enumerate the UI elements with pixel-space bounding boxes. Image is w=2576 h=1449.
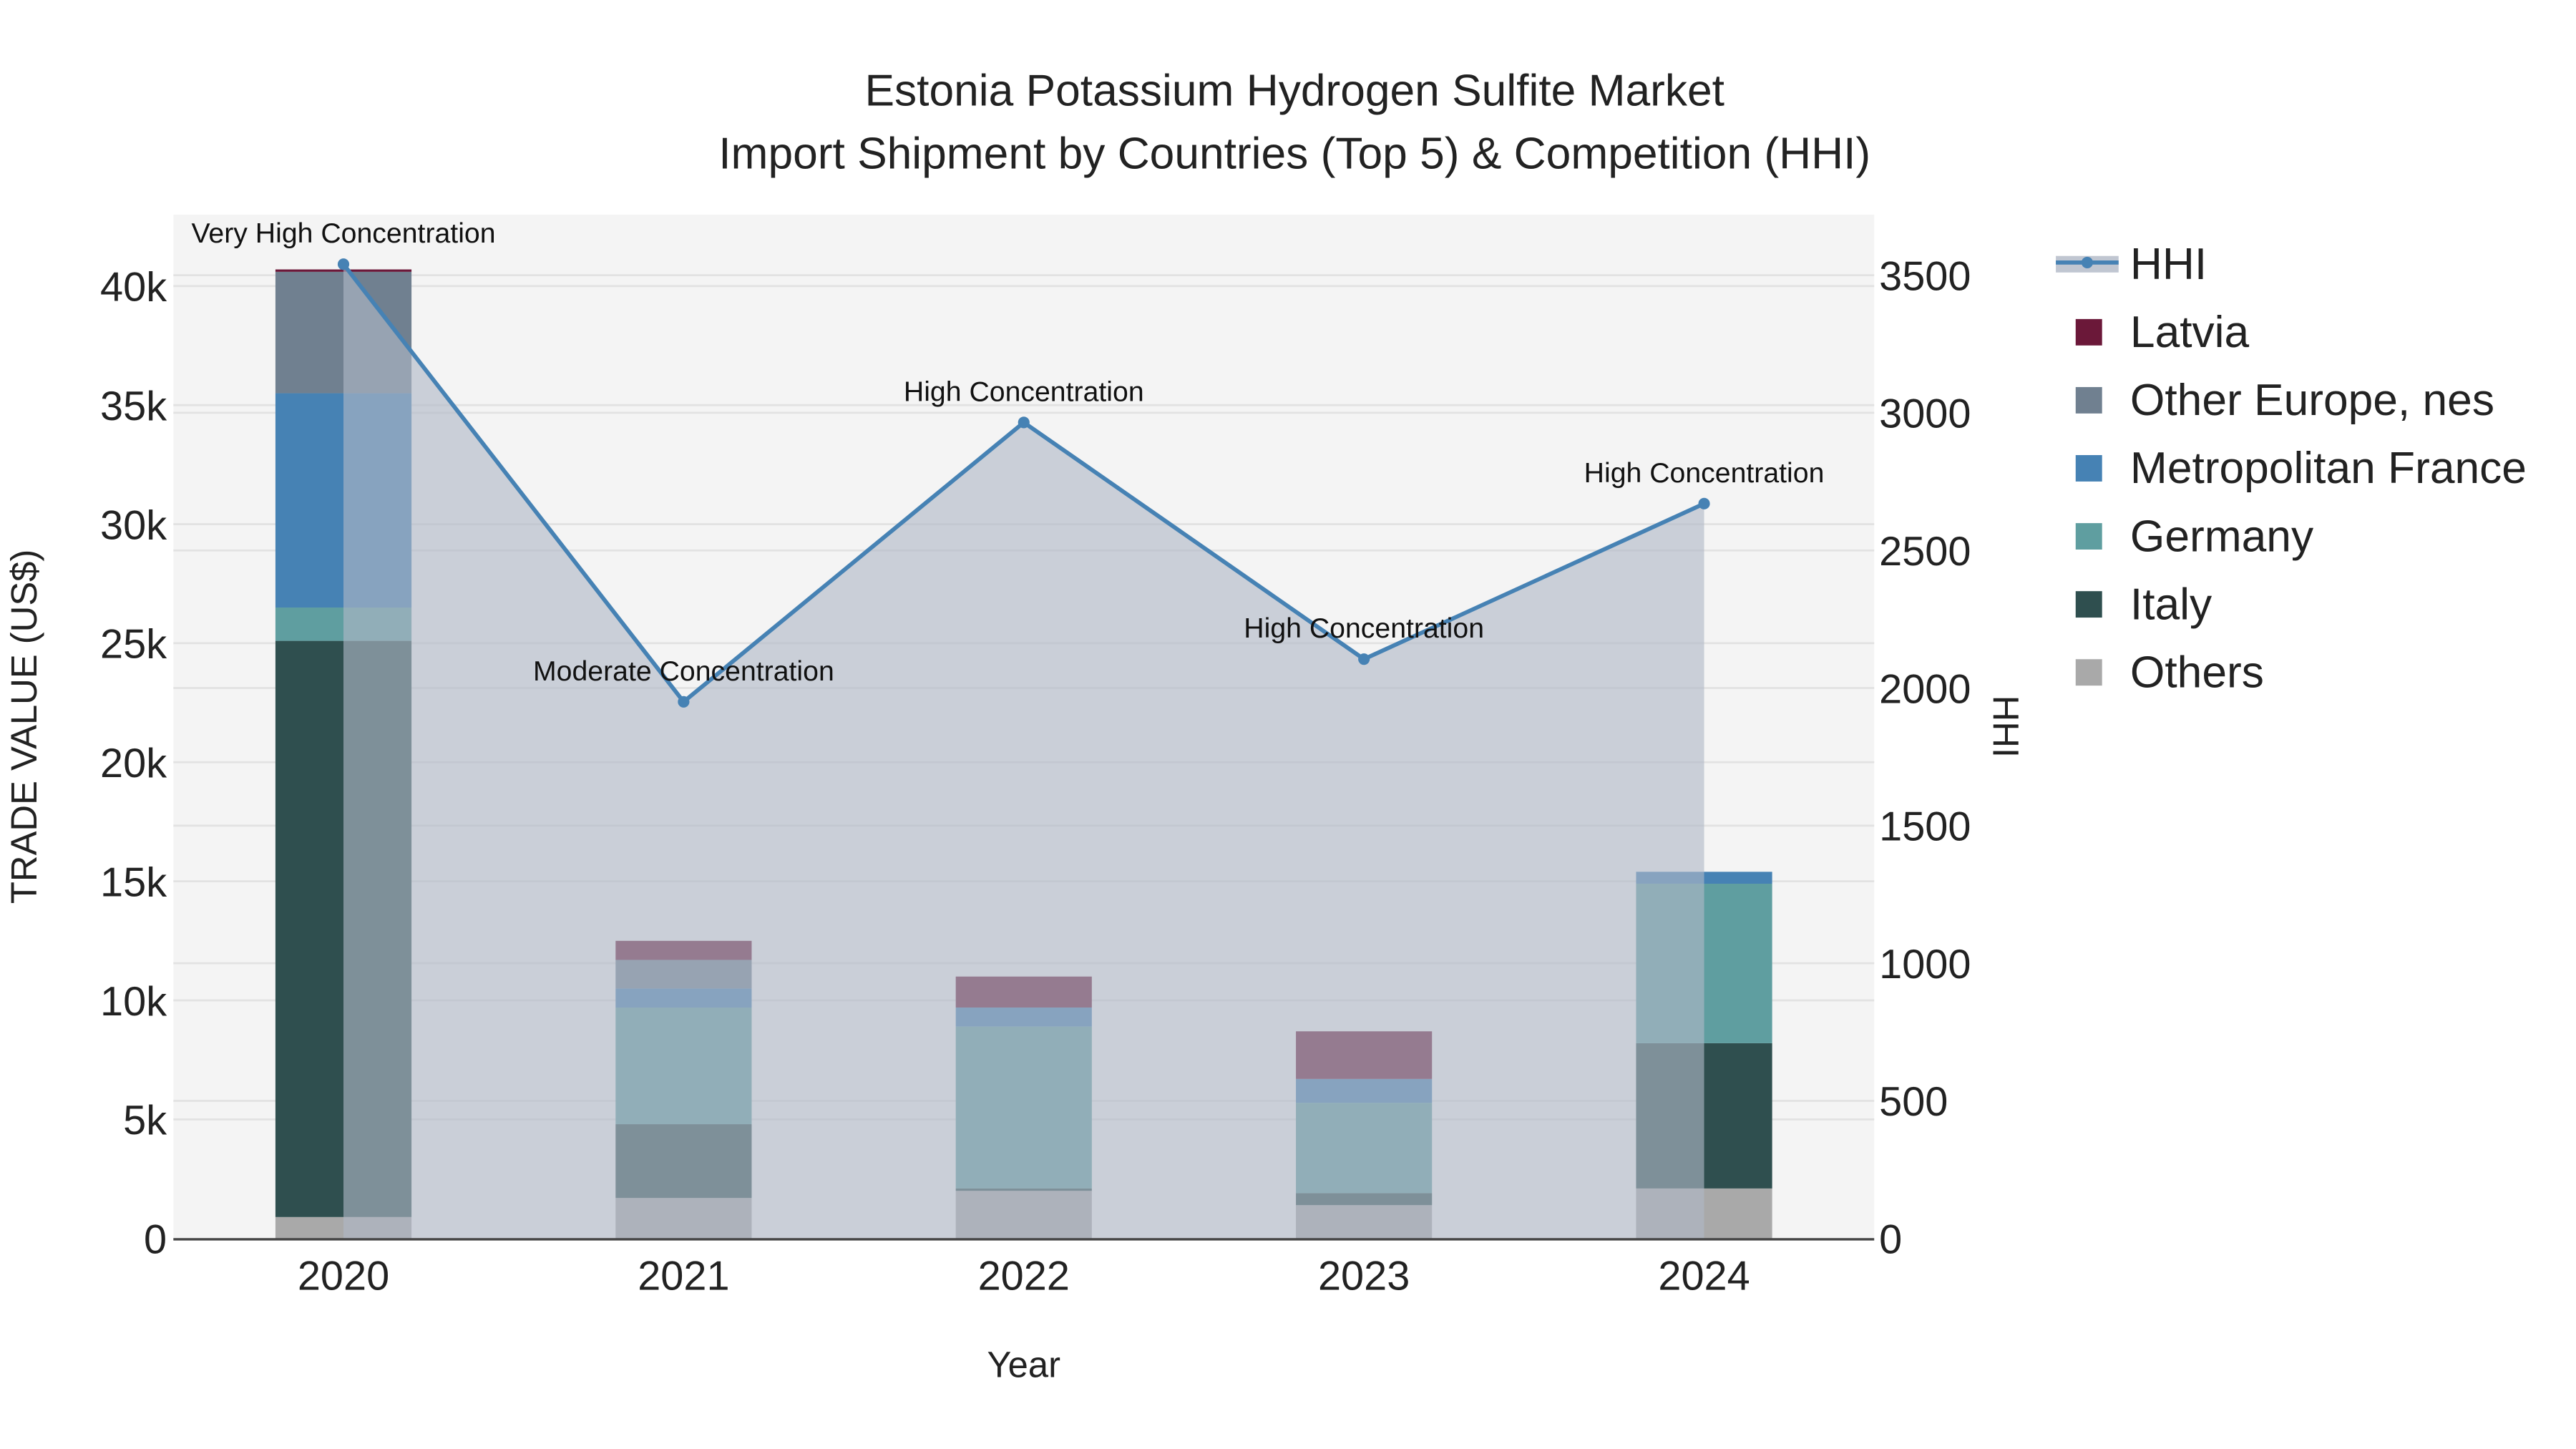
hhi-annotation: High Concentration [1244,613,1484,644]
hhi-point-2020 [337,258,350,270]
hhi-annotation: High Concentration [904,376,1144,407]
chart-title-line1: Estonia Potassium Hydrogen Sulfite Marke… [864,67,1724,116]
legend-label: Metropolitan France [2130,444,2527,493]
y2-tick-label: 3500 [1879,253,1971,299]
y2-tick-label: 2500 [1879,529,1971,575]
x-tick-label: 2021 [638,1253,729,1299]
legend-label: Latvia [2130,308,2250,357]
legend-swatch-hhi-marker [2081,256,2093,268]
hhi-point-2023 [1358,653,1370,665]
y2-tick-label: 0 [1879,1217,1902,1263]
legend-swatch [2075,523,2102,550]
legend-label: Other Europe, nes [2130,376,2494,425]
legend-label: Others [2130,648,2264,697]
hhi-annotation: Moderate Concentration [533,655,834,687]
y-tick-label: 25k [100,622,167,668]
x-axis-label: Year [987,1345,1060,1385]
y-tick-label: 30k [100,502,167,548]
y-tick-label: 35k [100,384,167,429]
hhi-point-2022 [1018,416,1030,429]
x-axis-ticks: 2020 2021 2022 2023 2024 [298,1253,1750,1299]
y-tick-label: 0 [144,1217,167,1263]
legend-swatch [2075,659,2102,686]
y-tick-label: 10k [100,979,167,1025]
legend-swatch [2075,386,2102,414]
chart: Estonia Potassium Hydrogen Sulfite Marke… [4,67,2527,1385]
y2-tick-label: 1500 [1879,804,1971,850]
y2-tick-label: 1000 [1879,942,1971,987]
x-tick-label: 2024 [1658,1253,1750,1299]
hhi-annotation: High Concentration [1584,457,1825,489]
legend-label: Italy [2130,580,2212,629]
x-tick-label: 2022 [978,1253,1070,1299]
y-tick-label: 15k [100,859,167,905]
y-axis-label: TRADE VALUE (US$) [4,550,44,904]
y-tick-label: 40k [100,265,167,311]
y-tick-label: 5k [123,1098,167,1143]
y2-tick-label: 3000 [1879,391,1971,437]
x-tick-label: 2023 [1318,1253,1410,1299]
hhi-point-2021 [678,696,690,708]
y2-tick-label: 500 [1879,1079,1948,1125]
y-axis-ticks: 0 5k 10k 15k 20k 25k 30k 35k 40k [100,265,167,1263]
hhi-annotation: Very High Concentration [191,218,495,249]
y-tick-label: 20k [100,741,167,786]
legend-label: HHI [2130,240,2207,289]
legend-swatch [2075,591,2102,618]
legend-swatch [2075,455,2102,482]
legend: HHI Latvia Other Europe, nes Metropolitan F… [2056,240,2527,697]
y2-axis-label: HHI [1985,696,2026,758]
legend-swatch [2075,318,2102,346]
hhi-point-2024 [1698,497,1710,509]
x-tick-label: 2020 [298,1253,389,1299]
legend-label: Germany [2130,512,2314,561]
y2-axis-ticks: 0 500 1000 1500 2000 2500 3000 3500 [1879,253,1971,1262]
chart-title-line2: Import Shipment by Countries (Top 5) & C… [718,129,1870,178]
y2-tick-label: 2000 [1879,666,1971,712]
